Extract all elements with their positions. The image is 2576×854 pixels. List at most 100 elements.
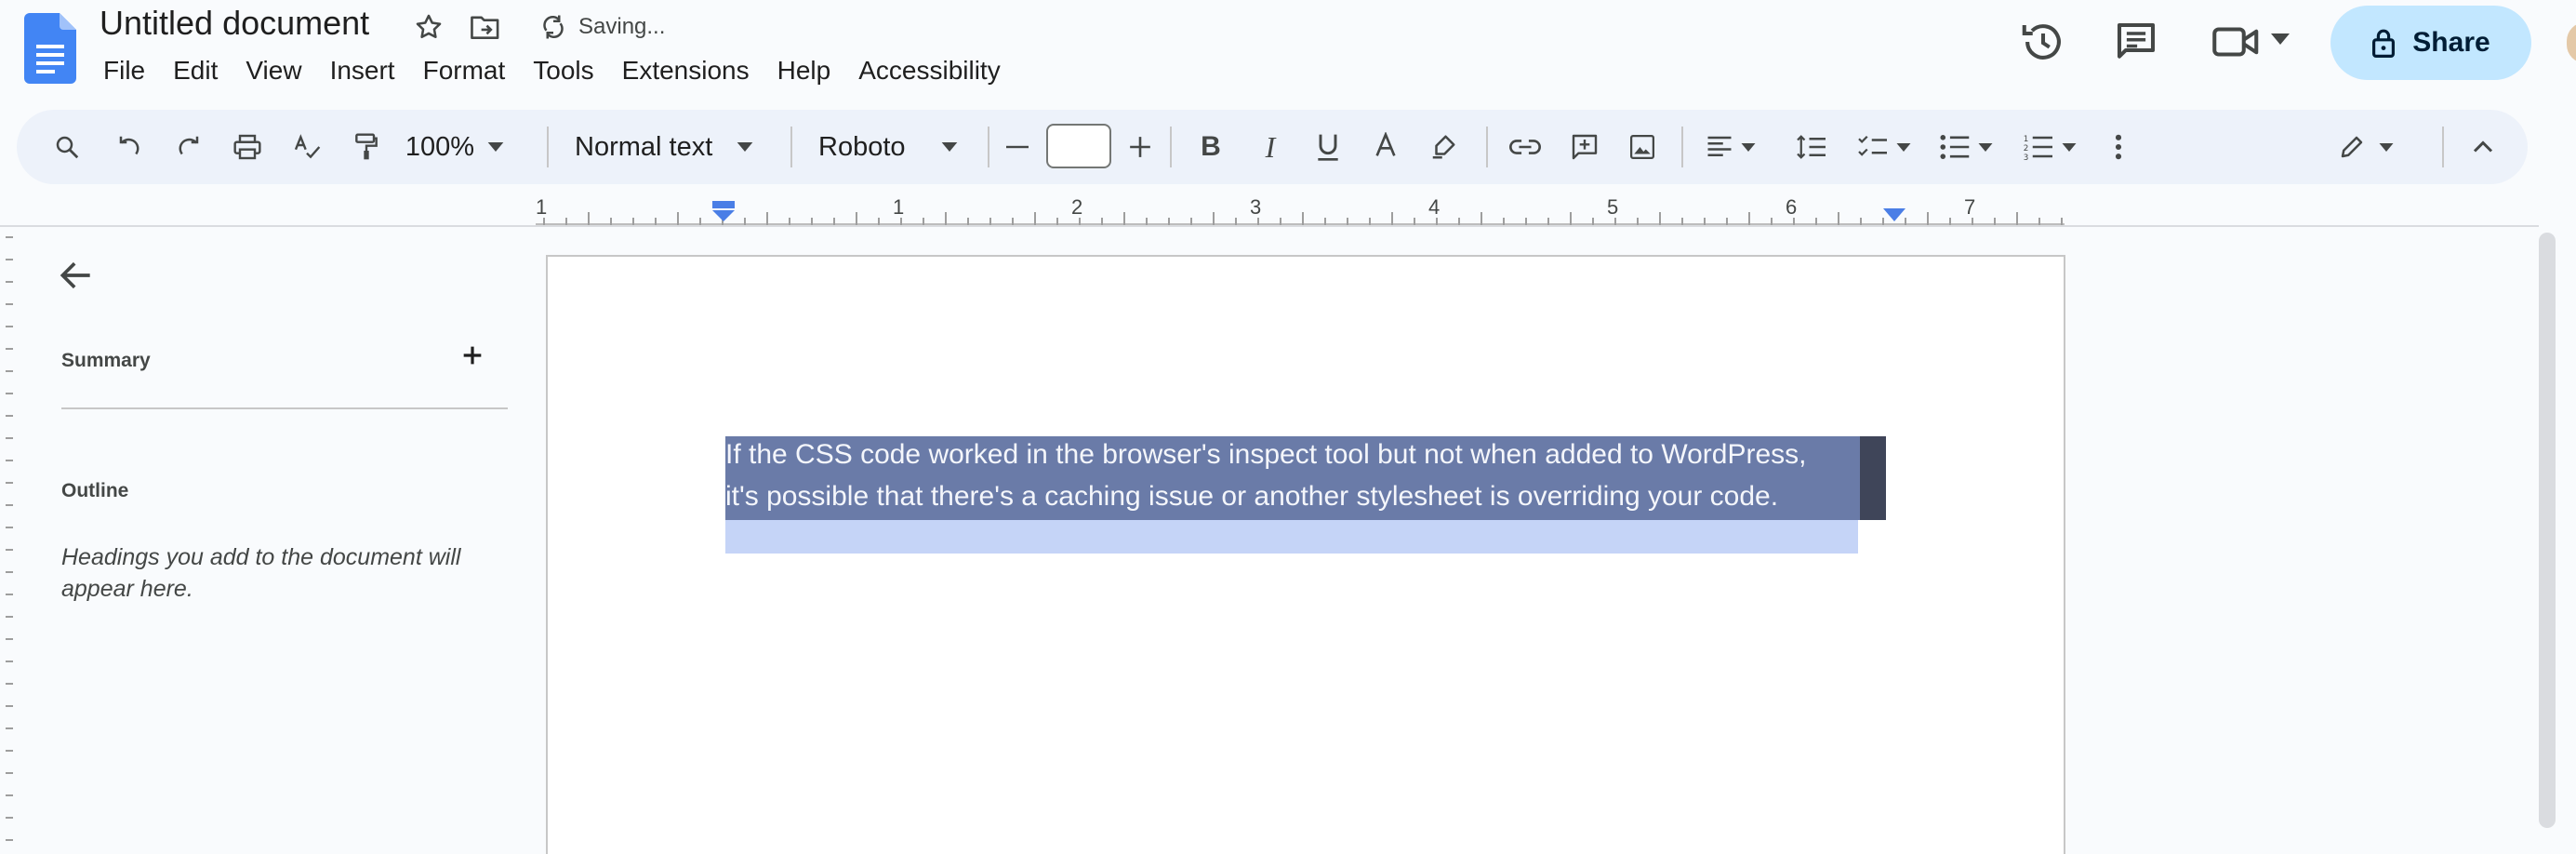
ruler-tick <box>6 727 13 729</box>
comments-icon[interactable] <box>2111 17 2161 67</box>
zoom-select[interactable]: 100% <box>404 110 506 184</box>
paragraph-line: If the CSS code worked in the browser's … <box>725 439 1807 470</box>
editing-mode-select[interactable] <box>2330 110 2401 184</box>
redo-icon[interactable] <box>167 110 208 184</box>
menu-edit[interactable]: Edit <box>159 56 232 86</box>
ruler-tick <box>1213 212 1215 225</box>
ruler-tick <box>6 236 13 238</box>
ruler-tick <box>6 460 13 461</box>
chevron-down-icon[interactable] <box>2271 33 2290 45</box>
ruler-tick <box>6 326 13 327</box>
ruler-tick <box>1949 218 1951 225</box>
document-body-text[interactable]: If the CSS code worked in the browser's … <box>725 434 1888 517</box>
ruler-tick <box>6 393 13 394</box>
line-spacing-icon[interactable] <box>1791 110 1832 184</box>
chevron-down-icon <box>487 142 504 152</box>
vertical-ruler[interactable] <box>0 227 17 854</box>
search-menus-icon[interactable] <box>46 110 87 184</box>
horizontal-ruler[interactable]: 1 1 2 3 4 5 6 7 <box>521 193 2065 227</box>
align-left-icon <box>1707 136 1732 156</box>
left-indent-marker[interactable] <box>710 201 737 223</box>
paint-format-icon[interactable] <box>346 110 387 184</box>
align-select[interactable] <box>1698 110 1763 184</box>
right-indent-marker[interactable] <box>1883 208 1905 223</box>
ruler-tick <box>6 504 13 506</box>
close-outline-button[interactable] <box>56 255 97 296</box>
ruler-tick <box>6 794 13 796</box>
spellcheck-icon[interactable] <box>286 110 327 184</box>
menu-view[interactable]: View <box>232 56 315 86</box>
font-select[interactable]: Roboto <box>818 110 978 184</box>
svg-text:2: 2 <box>2024 144 2029 153</box>
bold-icon[interactable]: B <box>1190 110 1231 184</box>
italic-icon[interactable]: I <box>1250 110 1291 184</box>
chevron-down-icon <box>2379 142 2394 152</box>
more-options-icon[interactable] <box>2100 110 2137 184</box>
ruler-tick <box>6 839 13 841</box>
add-summary-button[interactable] <box>458 340 487 370</box>
highlight-color-icon[interactable] <box>1423 110 1464 184</box>
menu-extensions[interactable]: Extensions <box>608 56 764 86</box>
toolbar-divider <box>547 127 549 167</box>
ruler-tick <box>6 638 13 640</box>
move-to-folder-icon[interactable] <box>469 12 502 42</box>
avatar[interactable] <box>2567 22 2576 63</box>
ruler-tick <box>1012 218 1014 225</box>
menu-tools[interactable]: Tools <box>519 56 607 86</box>
ruler-tick <box>6 415 13 417</box>
menu-accessibility[interactable]: Accessibility <box>844 56 1014 86</box>
font-size-input[interactable] <box>1046 124 1111 168</box>
share-button[interactable]: Share <box>2330 6 2531 80</box>
menu-file[interactable]: File <box>89 56 159 86</box>
video-call-icon[interactable] <box>2210 17 2265 67</box>
menu-insert[interactable]: Insert <box>316 56 409 86</box>
ruler-tick <box>1369 218 1371 225</box>
ruler-tick <box>1592 218 1594 225</box>
paragraph-style-select[interactable]: Normal text <box>575 110 781 184</box>
ruler-label: 3 <box>1250 195 1262 219</box>
underline-icon[interactable] <box>1308 110 1348 184</box>
add-comment-icon[interactable] <box>1564 110 1605 184</box>
ruler-tick <box>6 348 13 350</box>
ruler-label: 5 <box>1607 195 1619 219</box>
sidebar-divider <box>61 407 508 409</box>
bulleted-list-select[interactable] <box>1932 110 1999 184</box>
ruler-tick <box>811 218 813 225</box>
star-icon[interactable] <box>413 11 445 43</box>
docs-logo-icon[interactable] <box>24 13 76 84</box>
decrease-font-size-icon[interactable] <box>1001 110 1034 184</box>
ruler-label: 1 <box>893 195 905 219</box>
ruler-tick <box>1280 218 1281 225</box>
insert-link-icon[interactable] <box>1505 110 1546 184</box>
summary-heading: Summary <box>61 350 151 371</box>
text-color-icon[interactable] <box>1365 110 1406 184</box>
ruler-tick <box>6 772 13 774</box>
document-title[interactable]: Untitled document <box>100 4 369 43</box>
undo-icon[interactable] <box>110 110 151 184</box>
ruler-tick <box>1235 218 1237 225</box>
ruler-tick <box>1079 218 1081 225</box>
numbered-list-select[interactable]: 123 <box>2016 110 2083 184</box>
menu-format[interactable]: Format <box>409 56 520 86</box>
ruler-tick <box>967 218 969 225</box>
checklist-select[interactable] <box>1851 110 1918 184</box>
insert-image-icon[interactable] <box>1622 110 1663 184</box>
menu-help[interactable]: Help <box>764 56 845 86</box>
chevron-down-icon <box>941 142 957 152</box>
ruler-tick <box>6 817 13 819</box>
title-actions <box>413 11 502 43</box>
vertical-scrollbar[interactable] <box>2539 233 2556 828</box>
increase-font-size-icon[interactable] <box>1122 110 1159 184</box>
print-icon[interactable] <box>227 110 268 184</box>
hide-menus-chevron-up-icon[interactable] <box>2463 110 2503 184</box>
ruler-tick <box>6 705 13 707</box>
checklist-icon <box>1858 135 1887 156</box>
pencil-icon <box>2341 136 2363 158</box>
zoom-value: 100% <box>405 131 475 162</box>
document-page[interactable] <box>546 255 2065 854</box>
ruler-tick <box>677 212 679 225</box>
version-history-icon[interactable] <box>2018 17 2068 67</box>
lock-icon <box>2371 28 2396 58</box>
ruler-tick <box>1793 218 1795 225</box>
ruler-tick <box>1815 218 1817 225</box>
